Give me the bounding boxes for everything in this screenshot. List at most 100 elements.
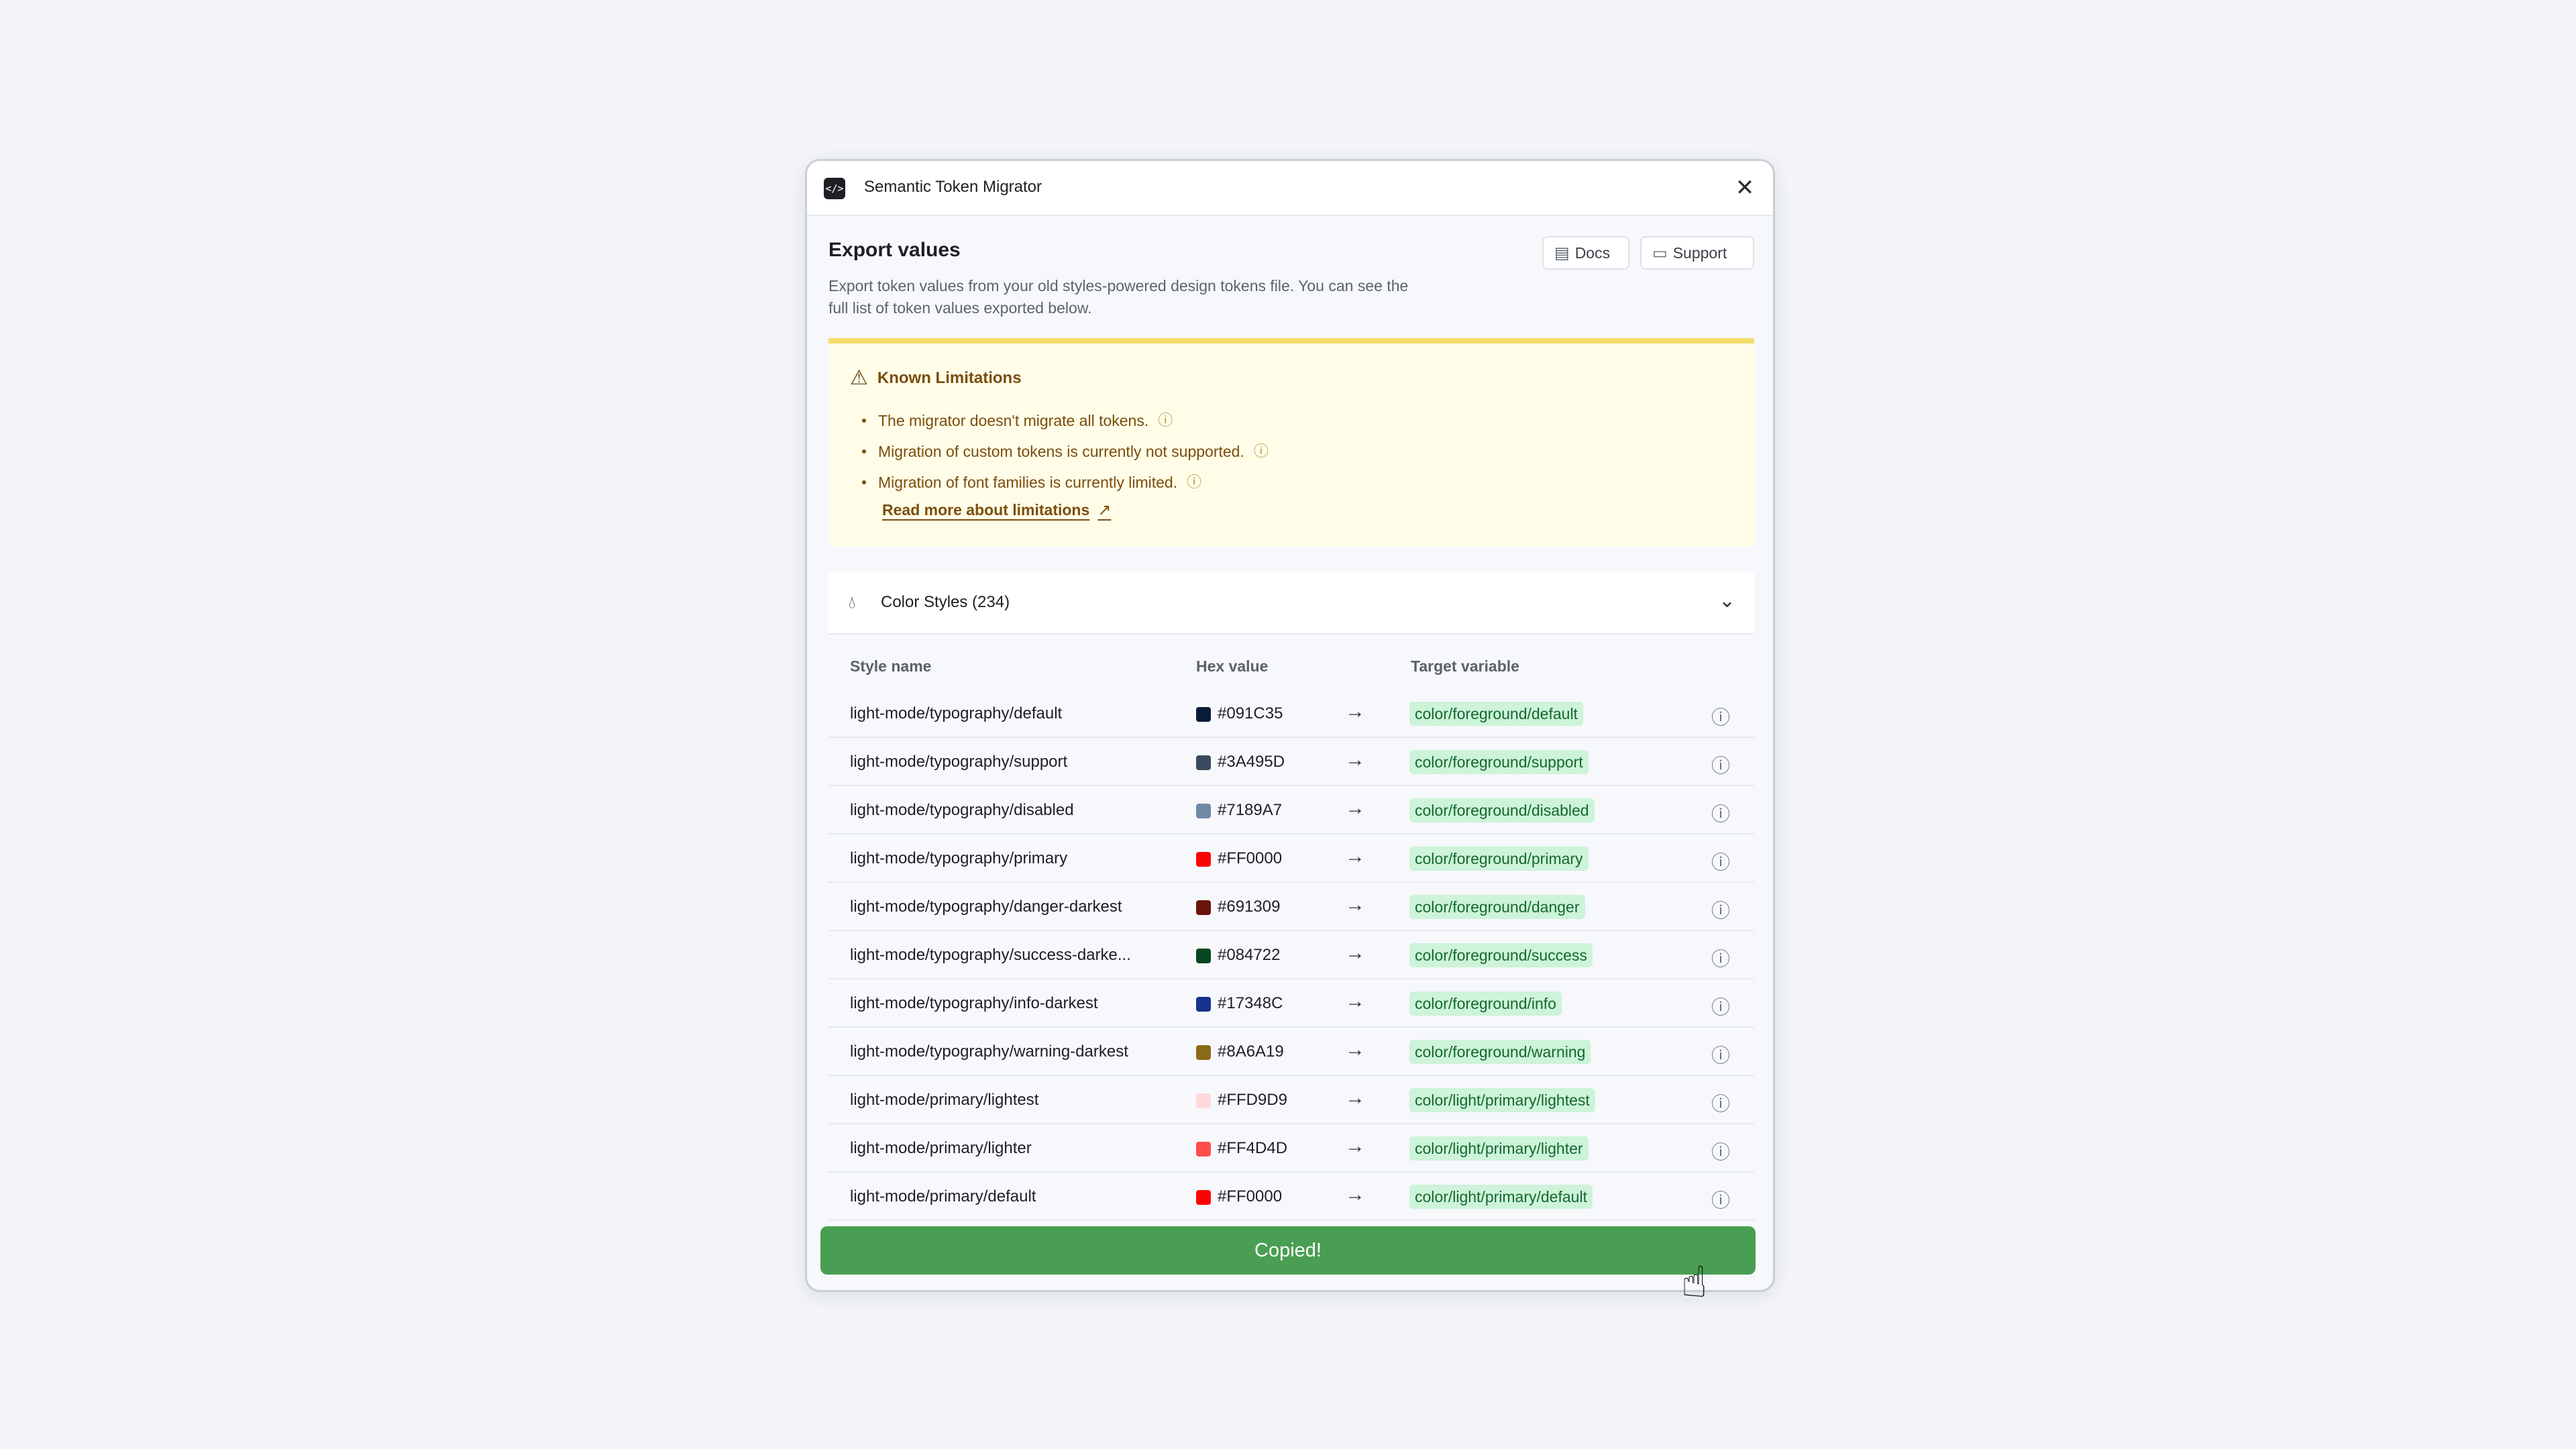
arrow-right-icon: → [1345,1087,1365,1109]
limitation-item: Migration of custom tokens is currently … [862,436,1269,467]
target-variable-tag: color/light/primary/lightest [1409,1088,1595,1112]
target-variable-tag: color/foreground/primary [1409,847,1589,871]
style-name: light-mode/typography/danger-darkest [850,898,1122,916]
close-button[interactable]: ✕ [1731,174,1758,201]
style-name: light-mode/typography/warning-darkest [850,1042,1128,1061]
title-bar: </> Semantic Token Migrator ✕ [807,161,1773,216]
table-row: light-mode/typography/success-darke... #0… [828,931,1754,979]
color-swatch [1196,1142,1211,1157]
chat-icon: ▭ [1652,244,1668,262]
docs-label: Docs [1574,244,1611,262]
info-icon[interactable]: ⓘ [1711,1089,1730,1116]
table-row: light-mode/primary/lightest #FFD9D9 → color… [828,1076,1754,1124]
docs-button[interactable]: ▤ Docs [1542,236,1629,270]
style-name: light-mode/typography/success-darke... [850,946,1131,964]
document-icon: ▤ [1554,244,1570,262]
hex-value: #8A6A19 [1218,1042,1284,1061]
limitation-item: The migrator doesn't migrate all tokens.… [862,405,1269,436]
color-swatch [1196,900,1211,915]
table-row: light-mode/typography/info-darkest #17348… [828,979,1754,1028]
read-more-link[interactable]: Read more about limitations ↗ [882,500,1111,520]
target-variable-tag: color/light/primary/lighter [1409,1136,1589,1161]
arrow-right-icon: → [1345,1135,1365,1157]
arrow-right-icon: → [1345,749,1365,771]
hex-value: #FF4D4D [1218,1139,1288,1157]
target-variable-tag: color/foreground/warning [1409,1040,1591,1064]
copied-toast[interactable]: Copied! [820,1226,1756,1275]
info-icon[interactable]: ⓘ [1711,751,1730,778]
hex-value: #691309 [1218,898,1281,916]
hex-value: #FFD9D9 [1218,1091,1288,1109]
info-icon[interactable]: ⓘ [1711,1186,1730,1213]
hand-cursor-icon: ☝︎ [1681,1258,1707,1306]
table-row: light-mode/typography/default #091C35 → col… [828,690,1754,738]
section-label: Color Styles (234) [881,593,1010,611]
hex-value: #FF0000 [1218,849,1283,867]
target-variable-tag: color/light/primary/default [1409,1185,1593,1209]
arrow-right-icon: → [1345,797,1365,819]
migrator-window: </> Semantic Token Migrator ✕ Export val… [805,159,1775,1292]
arrow-right-icon: → [1345,942,1365,964]
style-name: light-mode/typography/primary [850,849,1068,867]
info-icon[interactable]: ⓘ [1711,1041,1730,1068]
info-icon[interactable]: ⓘ [1711,896,1730,923]
column-target-variable: Target variable [1411,657,1519,675]
color-styles-accordion[interactable]: 💧︎ Color Styles (234) ⌄ [828,573,1754,635]
warning-title-text: Known Limitations [877,368,1022,387]
color-swatch [1196,707,1211,722]
arrow-right-icon: → [1345,894,1365,916]
table-row: light-mode/typography/disabled #7189A7 → co… [828,786,1754,835]
droplet-icon: 💧︎ [849,592,856,612]
table-row: light-mode/typography/primary #FF0000 → col… [828,835,1754,883]
arrow-right-icon: → [1345,700,1365,722]
target-variable-tag: color/foreground/disabled [1409,798,1595,822]
page-title: Export values [828,239,961,261]
hex-value: #3A495D [1218,753,1285,771]
support-button[interactable]: ▭ Support [1640,236,1754,270]
info-icon[interactable]: ⓘ [1711,1138,1730,1165]
close-icon: ✕ [1735,175,1755,201]
arrow-right-icon: → [1345,1183,1365,1205]
color-swatch [1196,997,1211,1012]
info-icon[interactable]: ⓘ [1711,703,1730,730]
style-name: light-mode/typography/default [850,704,1063,722]
style-name: light-mode/typography/support [850,753,1068,771]
external-link-icon: ↗ [1097,501,1112,519]
arrow-right-icon: → [1345,1038,1365,1061]
token-table: Style name Hex value Target variable lig… [828,635,1754,1290]
table-row: light-mode/typography/danger-darkest #691… [828,883,1754,931]
info-icon[interactable]: ⓘ [1711,945,1730,971]
page-description: Export token values from your old styles… [828,277,1409,317]
style-name: light-mode/primary/default [850,1187,1036,1205]
target-variable-tag: color/foreground/success [1409,943,1593,967]
arrow-right-icon: → [1345,845,1365,867]
style-name: light-mode/primary/lighter [850,1139,1032,1157]
info-icon[interactable]: ⓘ [1158,405,1173,436]
info-icon[interactable]: ⓘ [1711,993,1730,1020]
app-title: Semantic Token Migrator [864,178,1042,196]
style-name: light-mode/primary/lightest [850,1091,1039,1109]
table-body: light-mode/typography/default #091C35 → col… [828,690,1754,1221]
hex-value: #17348C [1218,994,1283,1012]
color-swatch [1196,1190,1211,1205]
warning-icon: ⚠ [850,367,868,389]
known-limitations-callout: ⚠ Known Limitations The migrator doesn't… [828,338,1754,546]
target-variable-tag: color/foreground/support [1409,750,1589,774]
color-swatch [1196,1093,1211,1108]
chevron-down-icon[interactable]: ⌄ [1719,589,1735,612]
hex-value: #FF0000 [1218,1187,1283,1205]
table-row: light-mode/primary/default #FF0000 → color/… [828,1173,1754,1221]
info-icon[interactable]: ⓘ [1711,800,1730,826]
info-icon[interactable]: ⓘ [1711,848,1730,875]
table-header: Style name Hex value Target variable [828,635,1754,688]
info-icon[interactable]: ⓘ [1187,467,1201,498]
limitations-list: The migrator doesn't migrate all tokens.… [862,405,1269,498]
target-variable-tag: color/foreground/danger [1409,895,1585,919]
style-name: light-mode/typography/info-darkest [850,994,1098,1012]
target-variable-tag: color/foreground/info [1409,991,1562,1016]
style-name: light-mode/typography/disabled [850,801,1074,819]
table-row: light-mode/typography/warning-darkest #8A… [828,1028,1754,1076]
info-icon[interactable]: ⓘ [1254,436,1269,467]
column-style-name: Style name [850,657,932,675]
table-row: light-mode/typography/support #3A495D → col… [828,738,1754,786]
